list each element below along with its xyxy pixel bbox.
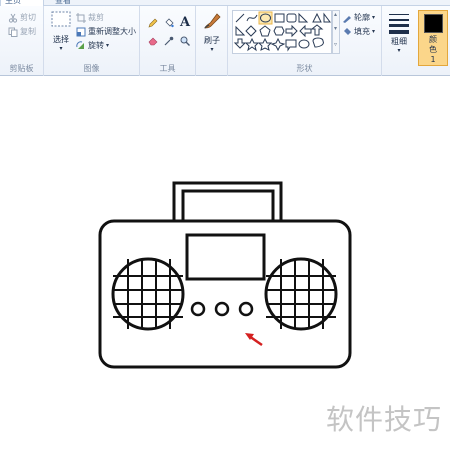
rotate-label: 旋转 (88, 41, 104, 50)
crop-button[interactable]: 裁剪 (76, 12, 104, 23)
clipboard-group: 剪切 复制 剪贴板 (0, 6, 44, 76)
color1-button[interactable]: 颜色 1 (418, 10, 448, 66)
outline-icon (343, 15, 351, 23)
resize-icon (76, 27, 86, 36)
select-button[interactable]: 选择 ▾ (48, 10, 74, 52)
shapes-gallery (232, 10, 332, 54)
fill-icon (344, 27, 351, 35)
rotate-button[interactable]: 旋转 ▾ (76, 40, 109, 51)
rotate-dropdown-icon: ▾ (106, 42, 110, 49)
color1-swatch (423, 14, 443, 33)
color-picker-icon[interactable] (164, 36, 174, 46)
outline-label: 轮廓 (354, 13, 370, 22)
scroll-up-icon[interactable]: ▴ (334, 11, 337, 18)
shapes-scrollbar[interactable]: ▴ ▾ ▿ (332, 10, 340, 54)
brush-icon (204, 13, 221, 29)
image-caption: 图像 (83, 64, 100, 73)
fill-dropdown-icon: ▾ (372, 28, 376, 35)
clipboard-caption: 剪贴板 (9, 64, 34, 73)
scroll-down-icon[interactable]: ▾ (334, 25, 337, 32)
resize-label: 重新调整大小 (88, 27, 136, 36)
knob (214, 301, 230, 317)
brushes-group: 刷子 ▾ (196, 6, 228, 76)
crop-icon (76, 12, 86, 23)
scissors-icon (8, 13, 18, 23)
magnifier-icon[interactable] (180, 36, 190, 46)
tools-caption: 工具 (159, 64, 176, 73)
rotate-icon (76, 40, 84, 49)
fill-bucket-icon[interactable] (164, 18, 174, 28)
right-speaker (264, 257, 338, 331)
fill-label: 填充 (354, 27, 370, 36)
shapes-more-icon[interactable]: ▿ (334, 41, 337, 48)
copy-label: 复制 (20, 27, 36, 36)
knob (238, 301, 254, 317)
eraser-icon[interactable] (148, 36, 158, 46)
color1-label: 颜色 1 (429, 35, 437, 64)
line-width-icon (389, 14, 409, 34)
tools-group: A 工具 (140, 6, 196, 76)
left-speaker (111, 257, 185, 331)
image-group: 选择 ▾ 裁剪 重新调整大小 旋转 ▾ 图像 (44, 6, 140, 76)
shapes-gallery-icons (233, 11, 331, 52)
drawing-canvas[interactable]: 软件技巧 (0, 77, 450, 450)
ribbon: 剪切 复制 剪贴板 选择 ▾ 裁剪 重新调整大小 旋转 ▾ 图像 A 工具 刷子… (0, 6, 450, 76)
brushes-button[interactable]: 刷子 ▾ (199, 10, 225, 53)
copy-icon (8, 27, 18, 37)
brushes-label: 刷子 (204, 36, 220, 45)
fill-button[interactable]: 填充 ▾ (342, 26, 375, 37)
pencil-icon[interactable] (148, 18, 158, 28)
shapes-group: ▴ ▾ ▿ 轮廓 ▾ 填充 ▾ 形状 (228, 6, 382, 76)
outline-dropdown-icon: ▾ (372, 14, 376, 21)
brushes-dropdown-icon: ▾ (210, 46, 214, 53)
size-label: 粗细 (391, 37, 407, 46)
crop-label: 裁剪 (88, 13, 104, 22)
knob (190, 301, 206, 317)
resize-button[interactable]: 重新调整大小 (76, 26, 136, 37)
shapes-caption: 形状 (296, 64, 313, 73)
size-button[interactable]: 粗细 ▾ (384, 10, 414, 54)
outline-button[interactable]: 轮廓 ▾ (342, 12, 375, 23)
radio-display (185, 233, 266, 281)
select-rectangle-icon (51, 11, 71, 27)
text-tool-icon[interactable]: A (180, 15, 190, 30)
watermark: 软件技巧 (325, 403, 442, 436)
select-label: 选择 (53, 35, 69, 44)
cut-button[interactable]: 剪切 (8, 12, 36, 23)
copy-button[interactable]: 复制 (8, 26, 36, 37)
size-dropdown-icon: ▾ (397, 47, 401, 54)
select-dropdown-icon: ▾ (59, 45, 63, 52)
cut-label: 剪切 (20, 13, 36, 22)
radio-drawing (98, 181, 352, 369)
